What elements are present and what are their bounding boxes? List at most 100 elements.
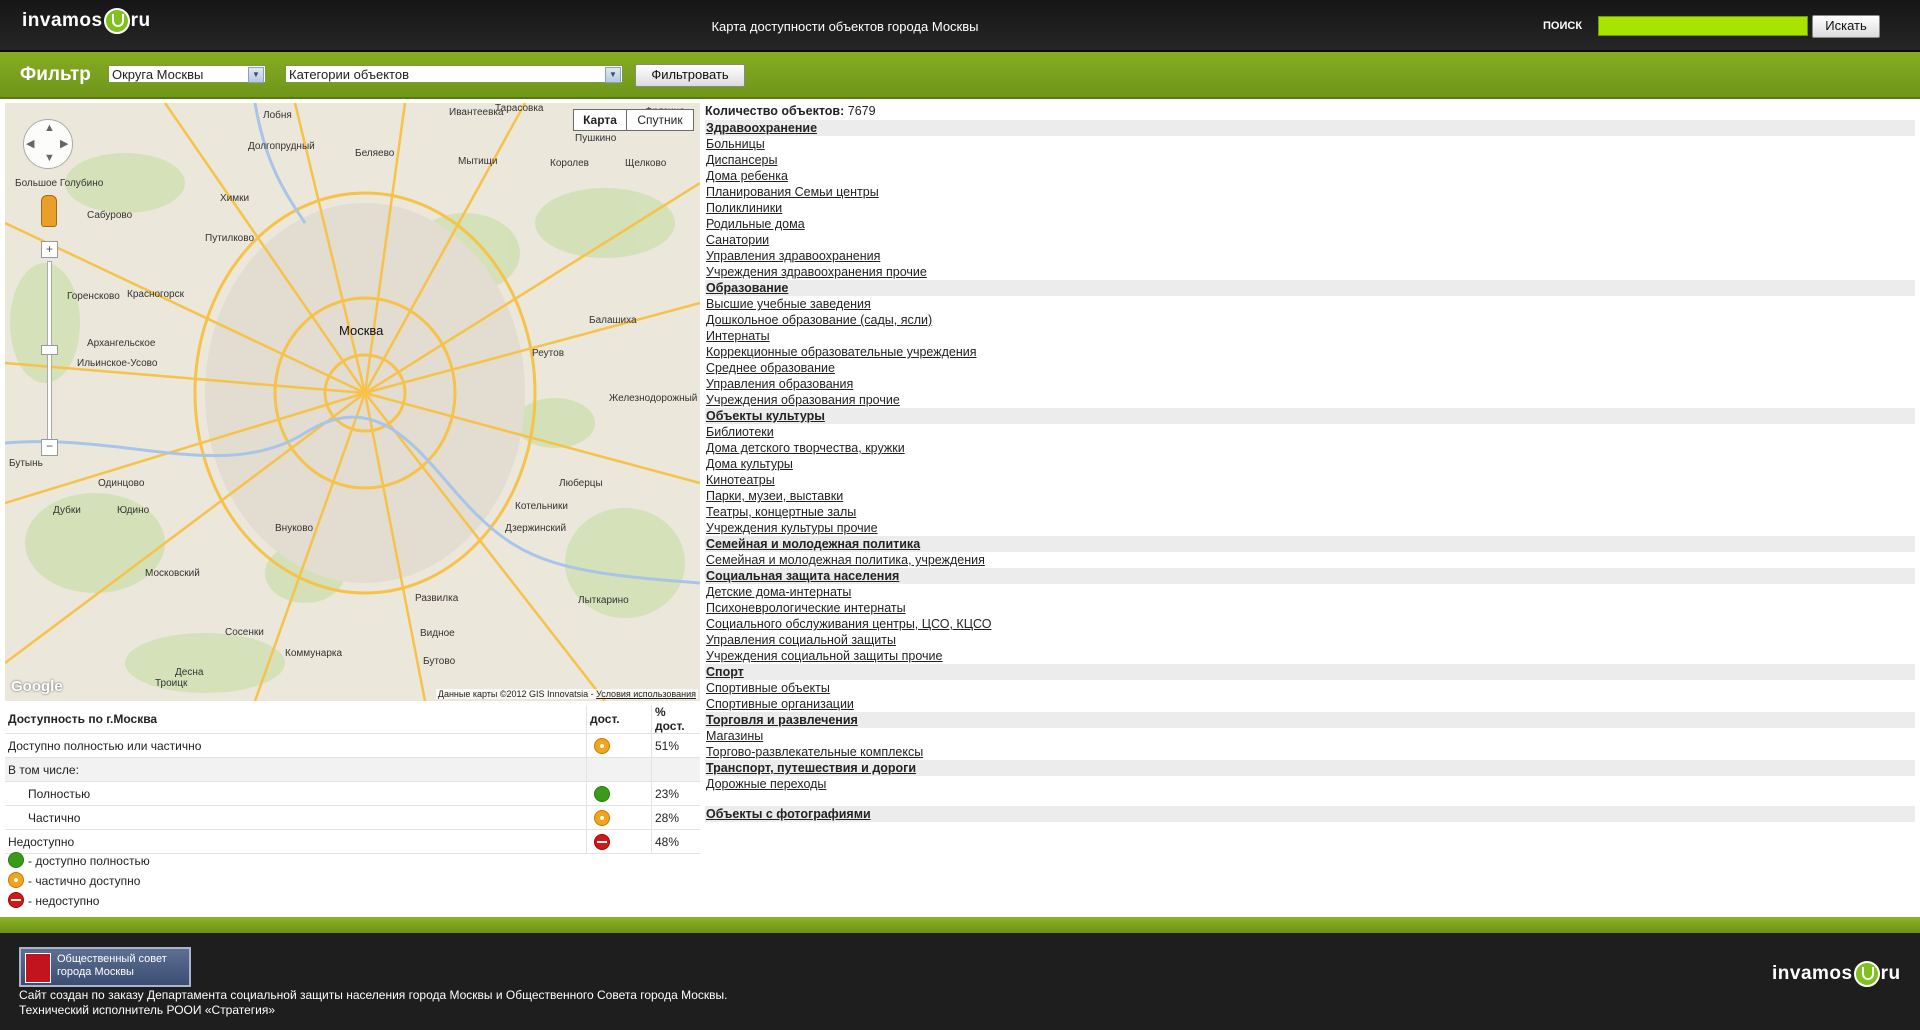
map-place-label: Московский	[145, 568, 200, 579]
legend-item: - доступно полностью	[8, 851, 150, 871]
category-item-link[interactable]: Социального обслуживания центры, ЦСО, КЦ…	[705, 616, 1915, 632]
category-item-link[interactable]: Учреждения образования прочие	[705, 392, 1915, 408]
pan-right-icon[interactable]: ▶	[60, 137, 68, 150]
category-item-link[interactable]: Высшие учебные заведения	[705, 296, 1915, 312]
category-item-link[interactable]: Учреждения социальной защиты прочие	[705, 648, 1915, 664]
pan-left-icon[interactable]: ◀	[26, 137, 34, 150]
map-type-map-button[interactable]: Карта	[573, 109, 627, 131]
pan-down-icon[interactable]: ▼	[44, 152, 55, 164]
legend-item: - частично доступно	[8, 871, 150, 891]
filter-title: Фильтр	[20, 64, 91, 85]
category-item-link[interactable]: Детские дома-интернаты	[705, 584, 1915, 600]
row-percent	[651, 757, 700, 782]
category-header[interactable]: Семейная и молодежная политика	[705, 536, 1915, 552]
category-item-link[interactable]: Больницы	[705, 136, 1915, 152]
full-access-icon	[594, 785, 610, 802]
map-place-label: Химки	[220, 193, 250, 204]
logo-text-right: ru	[1880, 963, 1901, 984]
category-item-link[interactable]: Дома ребенка	[705, 168, 1915, 184]
category-item-link[interactable]: Управления здравоохранения	[705, 248, 1915, 264]
map[interactable]: Москва Ивантеевка Пушкино Тарасовка Долг…	[5, 103, 700, 701]
category-item-link[interactable]: Психоневрологические интернаты	[705, 600, 1915, 616]
category-header[interactable]: Объекты культуры	[705, 408, 1915, 424]
search-input[interactable]	[1598, 16, 1808, 36]
table-row: Частично 28%	[5, 805, 700, 830]
council-badge-text: Общественный совет города Москвы	[57, 953, 167, 978]
category-item-link[interactable]: Семейная и молодежная политика, учрежден…	[705, 552, 1915, 568]
map-place-label: Горенсково	[67, 291, 120, 302]
council-badge-link[interactable]: Общественный совет города Москвы	[19, 947, 191, 987]
category-item-link[interactable]: Магазины	[705, 728, 1915, 744]
category-item-link[interactable]: Дома детского творчества, кружки	[705, 440, 1915, 456]
category-item-link[interactable]: Дорожные переходы	[705, 776, 1915, 792]
map-city-label: Москва	[339, 323, 384, 338]
map-type-satellite-button[interactable]: Спутник	[626, 109, 694, 131]
zoom-slider-handle[interactable]	[41, 345, 58, 355]
zoom-in-button[interactable]: +	[41, 241, 58, 258]
google-logo: Google	[11, 678, 63, 695]
full-access-icon	[8, 852, 24, 868]
footer-text: Технический исполнитель РООИ «Стратегия»	[19, 1003, 276, 1017]
category-item-link[interactable]: Спортивные объекты	[705, 680, 1915, 696]
category-item-link[interactable]: Торгово-развлекательные комплексы	[705, 744, 1915, 760]
category-item-link[interactable]: Санатории	[705, 232, 1915, 248]
map-place-label: Видное	[420, 628, 455, 639]
category-header[interactable]: Образование	[705, 280, 1915, 296]
category-item-link[interactable]: Среднее образование	[705, 360, 1915, 376]
pan-up-icon[interactable]: ▲	[44, 122, 55, 134]
category-item-link[interactable]: Театры, концертные залы	[705, 504, 1915, 520]
row-label: Доступно полностью или частично	[5, 733, 587, 758]
map-place-label: Мытищи	[458, 156, 498, 167]
category-item-link[interactable]: Коррекционные образовательные учреждения	[705, 344, 1915, 360]
category-item-link[interactable]: Учреждения культуры прочие	[705, 520, 1915, 536]
category-header[interactable]: Спорт	[705, 664, 1915, 680]
map-place-label: Бутынь	[9, 458, 43, 469]
category-header[interactable]: Торговля и развлечения	[705, 712, 1915, 728]
map-place-label: Красногорск	[127, 289, 184, 300]
filter-button[interactable]: Фильтровать	[635, 64, 745, 87]
chevron-down-icon[interactable]: ▼	[248, 67, 264, 83]
category-item-link[interactable]: Библиотеки	[705, 424, 1915, 440]
logo-text-left: invamos	[1772, 963, 1853, 984]
category-header[interactable]: Здравоохранение	[705, 120, 1915, 136]
category-item-link[interactable]: Спортивные организации	[705, 696, 1915, 712]
map-place-label: Дзержинский	[505, 523, 567, 534]
category-item-link[interactable]: Управления образования	[705, 376, 1915, 392]
map-place-label: Десна	[175, 667, 204, 678]
category-item-link[interactable]: Парки, музеи, выставки	[705, 488, 1915, 504]
category-item-link[interactable]: Управления социальной защиты	[705, 632, 1915, 648]
site-logo[interactable]: invamos ru	[22, 8, 151, 34]
category-header[interactable]: Транспорт, путешествия и дороги	[705, 760, 1915, 776]
map-place-label: Внуково	[275, 523, 314, 534]
category-item-link[interactable]: Родильные дома	[705, 216, 1915, 232]
category-item-link[interactable]: Дошкольное образование (сады, ясли)	[705, 312, 1915, 328]
photo-objects-link[interactable]: Объекты с фотографиями	[705, 806, 1915, 822]
category-item-link[interactable]: Диспансеры	[705, 152, 1915, 168]
category-item-link[interactable]: Дома культуры	[705, 456, 1915, 472]
search-button[interactable]: Искать	[1812, 15, 1880, 38]
pan-control[interactable]: ▲ ◀ ▶ ▼	[23, 119, 73, 169]
row-percent: 28%	[651, 805, 700, 830]
footer-logo[interactable]: invamos ru	[1772, 961, 1901, 987]
zoom-out-button[interactable]: −	[41, 439, 58, 456]
map-place-label: Лобня	[263, 110, 292, 121]
legend: - доступно полностью - частично доступно…	[8, 851, 150, 911]
category-item-link[interactable]: Поликлиники	[705, 200, 1915, 216]
map-place-label: Архангельское	[87, 338, 156, 349]
table-row: Недоступно 48%	[5, 829, 700, 854]
category-select[interactable]: Категории объектов ▼	[285, 65, 623, 83]
district-select[interactable]: Округа Москвы ▼	[108, 65, 266, 83]
category-item-link[interactable]: Интернаты	[705, 328, 1915, 344]
map-place-label: Юдино	[117, 505, 150, 516]
category-item-link[interactable]: Учреждения здравоохранения прочие	[705, 264, 1915, 280]
logo-hand-icon	[1853, 961, 1880, 987]
map-terms-link[interactable]: Условия использования	[596, 689, 696, 699]
moscow-emblem-icon	[25, 953, 51, 983]
map-place-label: Реутов	[532, 348, 565, 359]
pegman-icon[interactable]	[41, 195, 57, 227]
category-item-link[interactable]: Кинотеатры	[705, 472, 1915, 488]
category-header[interactable]: Социальная защита населения	[705, 568, 1915, 584]
chevron-down-icon[interactable]: ▼	[605, 67, 621, 83]
table-header-row: Доступность по г.Москва дост. % дост.	[5, 705, 700, 734]
category-item-link[interactable]: Планирования Семьи центры	[705, 184, 1915, 200]
